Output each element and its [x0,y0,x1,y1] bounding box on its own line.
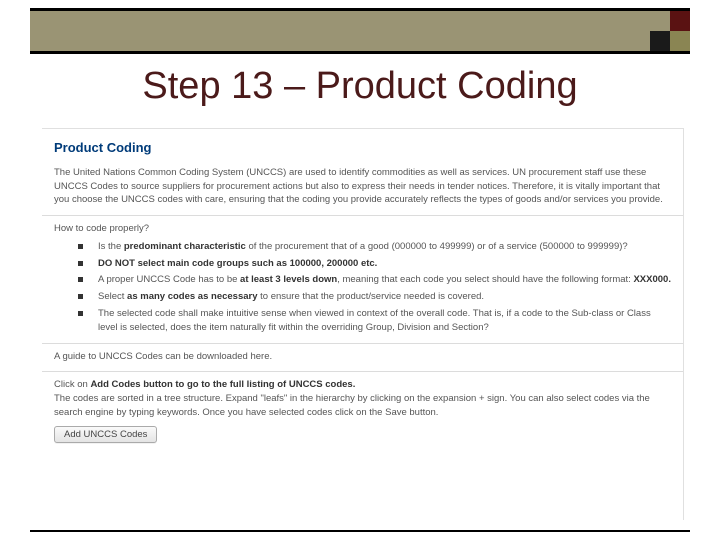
bullet-item-4: Select as many codes as necessary to ens… [78,290,671,304]
add-unccs-codes-button[interactable]: Add UNCCS Codes [54,426,157,443]
separator-3 [42,371,683,372]
bottom-rule [30,530,690,532]
clickon-paragraph: Click on Add Codes button to go to the f… [54,378,671,419]
slide-title: Step 13 – Product Coding [0,65,720,108]
content-panel: Product Coding The United Nations Common… [42,128,684,520]
howto-label: How to code properly? [54,222,671,236]
deco-square-1 [670,11,690,31]
bullet-item-5: The selected code shall make intuitive s… [78,307,671,335]
title-band [30,8,690,54]
bullet-item-1: Is the predominant characteristic of the… [78,240,671,254]
bullet-item-3: A proper UNCCS Code has to be at least 3… [78,273,671,287]
bullet-list: Is the predominant characteristic of the… [78,240,671,335]
section-heading: Product Coding [54,139,683,158]
guide-paragraph: A guide to UNCCS Codes can be downloaded… [54,350,671,364]
deco-square-2 [670,31,690,51]
separator-2 [42,343,683,344]
intro-paragraph: The United Nations Common Coding System … [54,166,671,207]
deco-square-3 [650,31,670,51]
button-row: Add UNCCS Codes [54,426,683,443]
separator-1 [42,215,683,216]
bullet-item-2: DO NOT select main code groups such as 1… [78,257,671,271]
